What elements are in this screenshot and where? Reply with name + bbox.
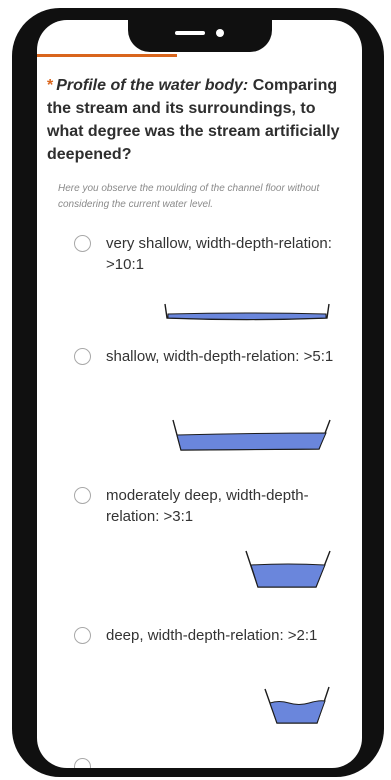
- phone-notch: [128, 20, 272, 52]
- radio-button[interactable]: [74, 235, 91, 252]
- phone-screen: * Profile of the water body: Comparing th…: [37, 20, 362, 768]
- radio-button[interactable]: [74, 487, 91, 504]
- question-title-italic: Profile of the water body:: [56, 77, 249, 94]
- speaker-icon: [175, 31, 205, 35]
- option-very-shallow[interactable]: very shallow, width-depth-relation: >10:…: [37, 231, 362, 341]
- progress-accent-bar: [37, 54, 177, 57]
- option-label: shallow, width-depth-relation: >5:1: [106, 348, 334, 365]
- camera-icon: [216, 29, 224, 37]
- deep-channel-illustration: [264, 686, 330, 724]
- very-shallow-channel-illustration: [164, 303, 330, 321]
- radio-button[interactable]: [74, 627, 91, 644]
- question-hint: Here you observe the moulding of the cha…: [58, 183, 320, 210]
- required-mark: *: [47, 77, 54, 94]
- option-moderately-deep[interactable]: moderately deep, width-depth-relation: >…: [37, 483, 362, 603]
- option-label: moderately deep, width-depth-relation: >…: [106, 487, 309, 525]
- option-label: very shallow, width-depth-relation: >10:…: [106, 235, 332, 273]
- shallow-channel-illustration: [172, 419, 331, 451]
- option-deep[interactable]: deep, width-depth-relation: >2:1: [37, 623, 362, 743]
- radio-button[interactable]: [74, 348, 91, 365]
- option-label: deep, width-depth-relation: >2:1: [106, 627, 318, 644]
- option-shallow[interactable]: shallow, width-depth-relation: >5:1: [37, 344, 362, 454]
- next-option-radio-partial[interactable]: [74, 758, 91, 768]
- question-title: * Profile of the water body: Comparing th…: [47, 74, 352, 166]
- moderately-deep-channel-illustration: [245, 550, 331, 588]
